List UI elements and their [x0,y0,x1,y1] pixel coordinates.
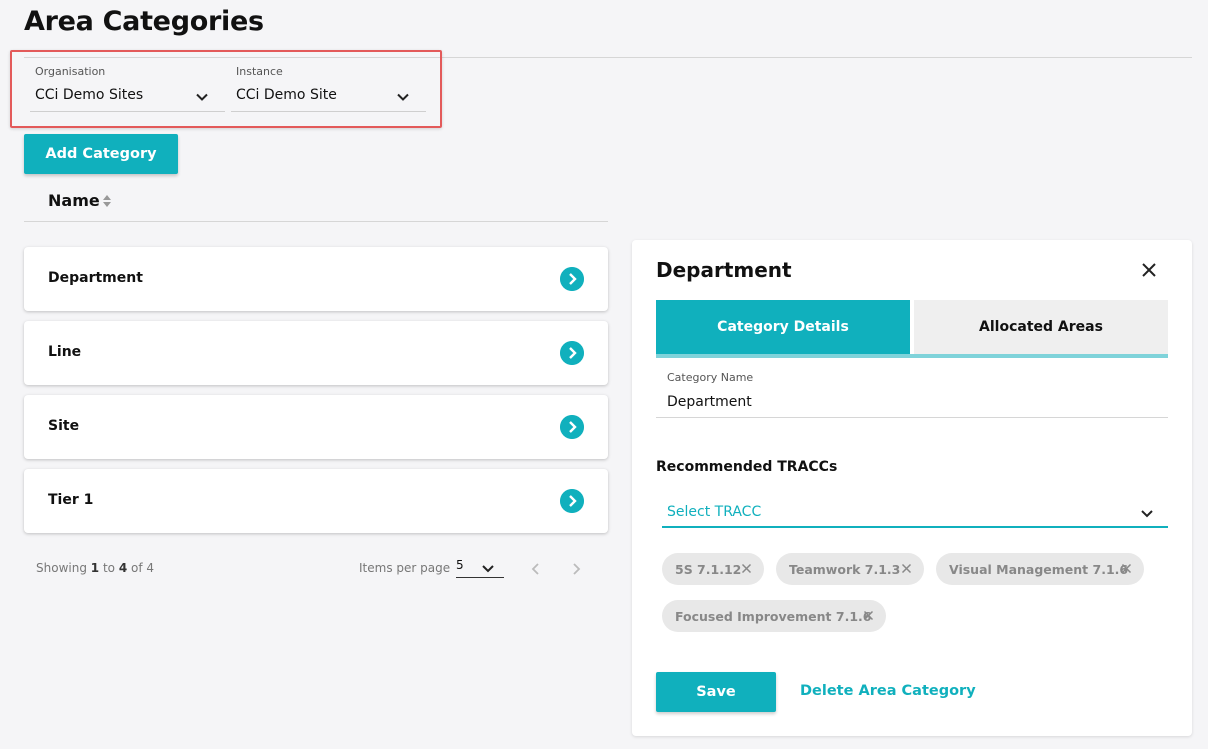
organisation-value: CCi Demo Sites [35,87,144,103]
close-icon[interactable] [1121,563,1132,574]
list-item[interactable]: Site [24,395,608,459]
list-item-label: Department [48,270,143,286]
tracc-select[interactable]: Select TRACC [662,498,1168,528]
name-column-header[interactable]: Name [48,191,100,210]
organisation-label: Organisation [35,65,106,78]
tracc-chip: Focused Improvement 7.1.6 [662,600,886,632]
tab-allocated-areas[interactable]: Allocated Areas [914,300,1168,354]
page-title: Area Categories [24,6,264,37]
chevron-right-circle-icon[interactable] [560,341,584,365]
tracc-chip-label: 5S 7.1.12 [675,561,742,577]
close-icon[interactable] [1142,263,1156,277]
list-header: Name [24,180,608,222]
instance-select[interactable]: Instance CCi Demo Site [231,58,426,112]
range-to: 4 [118,561,128,575]
tab-underline [656,354,1168,358]
range-from: 1 [90,561,100,575]
items-per-page-value: 5 [456,558,464,572]
close-icon[interactable] [741,563,752,574]
of-word: of [131,561,143,575]
chevron-down-icon [1141,510,1153,518]
chevron-right-circle-icon[interactable] [560,489,584,513]
total-count: 4 [146,561,155,575]
category-name-label: Category Name [667,371,754,384]
chevron-down-icon [397,93,409,101]
chevron-left-icon[interactable] [530,562,542,576]
instance-value: CCi Demo Site [236,87,337,103]
pagination-summary: Showing 1 to 4 of 4 [36,561,154,575]
items-per-page-label: Items per page [359,561,451,575]
save-button[interactable]: Save [656,672,776,712]
tracc-chip-label: Teamwork 7.1.3 [789,561,901,577]
tracc-chip: Teamwork 7.1.3 [776,553,924,585]
organisation-select[interactable]: Organisation CCi Demo Sites [30,58,225,112]
list-item-label: Tier 1 [48,492,94,508]
chevron-right-icon[interactable] [570,562,582,576]
tracc-select-placeholder: Select TRACC [667,504,762,520]
tracc-chip-label: Visual Management 7.1.6 [949,561,1129,577]
chevron-right-circle-icon[interactable] [560,415,584,439]
chevron-down-icon [196,93,208,101]
tracc-chip: 5S 7.1.12 [662,553,764,585]
items-per-page-select[interactable]: 5 [456,556,504,578]
detail-panel: Department Category Details Allocated Ar… [632,240,1192,736]
to-word: to [102,561,115,575]
category-name-field[interactable]: Category Name Department [656,366,1168,418]
close-icon[interactable] [863,610,874,621]
tab-category-details[interactable]: Category Details [656,300,910,354]
instance-label: Instance [236,65,283,78]
chevron-right-circle-icon[interactable] [560,267,584,291]
close-icon[interactable] [901,563,912,574]
sort-icon[interactable] [102,194,112,208]
list-item[interactable]: Department [24,247,608,311]
category-name-value: Department [667,394,752,410]
chevron-down-icon [482,565,494,573]
list-item[interactable]: Tier 1 [24,469,608,533]
list-item[interactable]: Line [24,321,608,385]
recommended-heading: Recommended TRACCs [656,459,838,475]
detail-title: Department [656,258,792,282]
tracc-chip: Visual Management 7.1.6 [936,553,1144,585]
tracc-chip-label: Focused Improvement 7.1.6 [675,608,872,624]
list-item-label: Site [48,418,80,434]
showing-prefix: Showing [36,561,87,575]
list-item-label: Line [48,344,82,360]
add-category-button[interactable]: Add Category [24,134,178,174]
delete-area-category-link[interactable]: Delete Area Category [800,683,976,699]
